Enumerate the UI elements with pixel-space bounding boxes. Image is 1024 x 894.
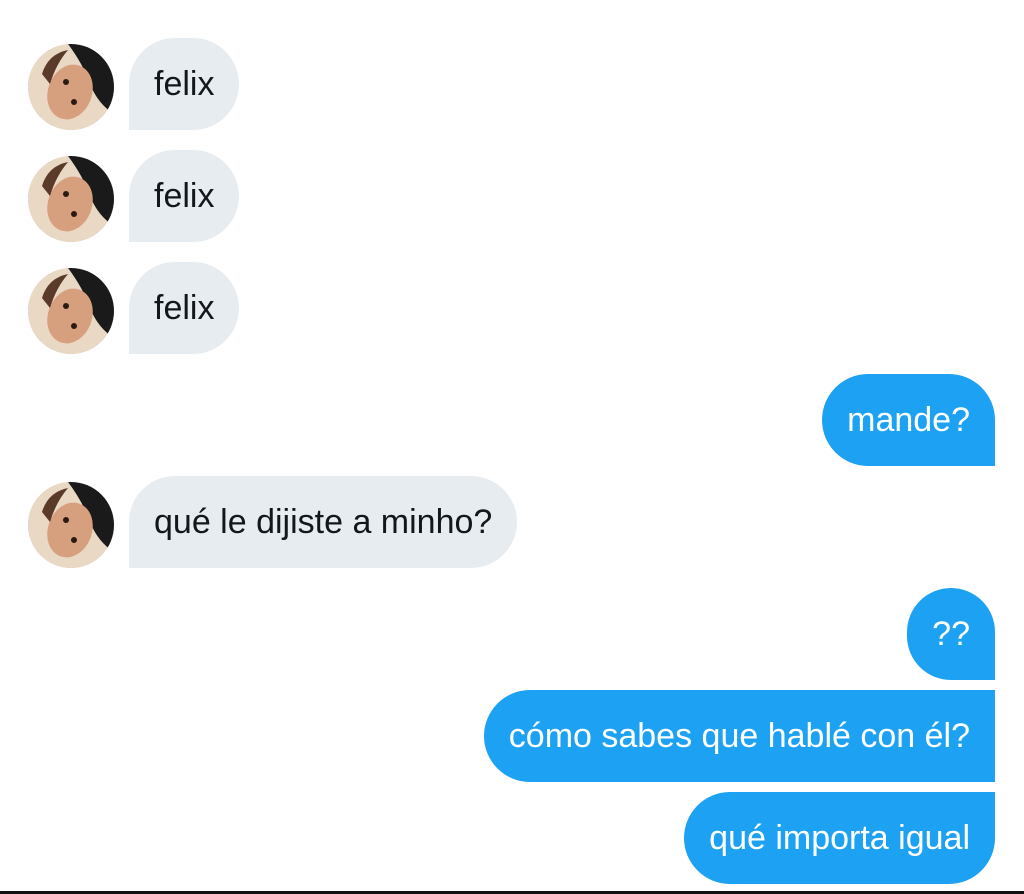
outgoing-message-bubble[interactable]: mande? [822, 374, 995, 466]
outgoing-message-bubble[interactable]: qué importa igual [684, 792, 995, 884]
incoming-message-bubble[interactable]: qué le dijiste a minho? [129, 476, 518, 568]
avatar[interactable] [28, 44, 114, 130]
message-thread: felix felix felix mande? qué le dijiste … [0, 0, 1024, 894]
incoming-message-bubble[interactable]: felix [129, 262, 240, 354]
avatar-photo-icon [28, 44, 114, 130]
outgoing-message-bubble[interactable]: ?? [907, 588, 995, 680]
avatar-photo-icon [28, 156, 114, 242]
incoming-message-bubble[interactable]: felix [129, 150, 240, 242]
avatar-photo-icon [28, 482, 114, 568]
avatar[interactable] [28, 482, 114, 568]
avatar[interactable] [28, 268, 114, 354]
incoming-message-bubble[interactable]: felix [129, 38, 240, 130]
avatar[interactable] [28, 156, 114, 242]
outgoing-message-bubble[interactable]: cómo sabes que hablé con él? [483, 690, 995, 782]
avatar-photo-icon [28, 268, 114, 354]
